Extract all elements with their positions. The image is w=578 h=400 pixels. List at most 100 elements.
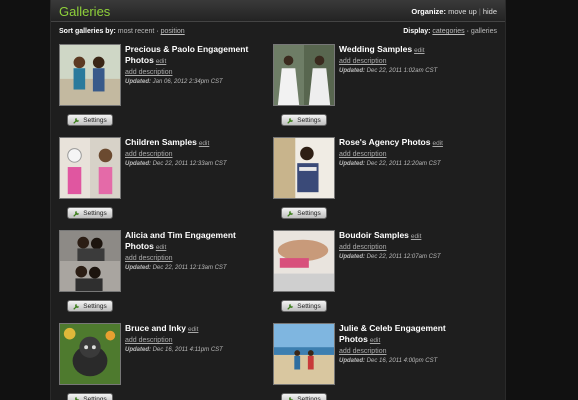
couple-photo-icon [60,231,120,261]
settings-label: Settings [297,116,321,124]
gallery-thumbnail[interactable] [273,137,335,199]
edit-link[interactable]: edit [188,326,198,333]
dog-photo-icon [60,324,120,384]
couple-photo-icon [60,45,120,105]
gallery-name[interactable]: Boudoir Samples [339,230,409,240]
gallery-thumbnail[interactable] [273,44,335,106]
gallery-thumbnail[interactable] [59,44,121,106]
gallery-card: Wedding Samples edit add description Upda… [273,44,483,134]
updated-date: Dec 16, 2011 4:11pm CST [152,347,223,353]
updated-label: Updated: [339,68,365,74]
updated-date: Dec 22, 2011 12:20am CST [366,161,441,167]
add-description-link[interactable]: add description [125,337,265,344]
add-description-link[interactable]: add description [339,244,479,251]
galleries-header: Galleries Organize: move up | hide [51,0,505,22]
updated-date: Dec 22, 2011 12:07am CST [366,254,441,260]
display-categories-link[interactable]: categories [432,28,464,35]
hide-link[interactable]: hide [483,7,497,16]
bride-photo-icon [304,45,334,105]
child-photo-icon [90,138,120,198]
edit-link[interactable]: edit [156,58,166,65]
gallery-thumbnail[interactable] [59,230,121,292]
settings-button[interactable]: Settings [67,300,113,312]
gallery-name[interactable]: Precious & Paolo Engagement Photos [125,44,248,65]
gallery-card: Alicia and Tim Engagement Photos edit add… [59,230,269,320]
gallery-thumbnail[interactable] [59,137,121,199]
add-description-link[interactable]: add description [125,255,265,262]
display-label: Display: [403,28,431,35]
edit-link[interactable]: edit [370,337,380,344]
updated-date: Dec 16, 2011 4:00pm CST [366,358,438,364]
settings-button[interactable]: Settings [67,114,113,126]
beach-photo-icon [274,324,334,384]
gallery-info: Precious & Paolo Engagement Photos edit a… [125,44,265,85]
gallery-card: Precious & Paolo Engagement Photos edit a… [59,44,269,134]
gallery-info: Wedding Samples edit add description Upda… [339,44,479,74]
sort-most-recent[interactable]: most recent [118,28,155,35]
add-description-link[interactable]: add description [125,69,265,76]
settings-button[interactable]: Settings [281,207,327,219]
edit-link[interactable]: edit [156,244,166,251]
gallery-name[interactable]: Wedding Samples [339,44,412,54]
gallery-name[interactable]: Children Samples [125,137,197,147]
wrench-icon [73,210,80,217]
updated-date: Jan 06, 2012 2:34pm CST [152,79,223,85]
gallery-info: Rose's Agency Photos edit add description… [339,137,479,167]
gallery-thumbnail[interactable] [273,323,335,385]
wrench-icon [74,396,80,400]
gallery-name[interactable]: Bruce and Inky [125,323,186,333]
gallery-info: Bruce and Inky edit add description Updat… [125,323,265,353]
couple-photo-icon [60,261,120,291]
settings-button[interactable]: Settings [67,207,113,219]
settings-label: Settings [297,395,321,400]
edit-link[interactable]: edit [199,140,209,147]
display-galleries[interactable]: galleries [471,28,497,35]
gallery-card: Rose's Agency Photos edit add description… [273,137,483,227]
edit-link[interactable]: edit [411,233,421,240]
organize-controls: Organize: move up | hide [411,7,497,16]
updated-label: Updated: [339,161,365,167]
settings-button[interactable]: Settings [281,114,327,126]
settings-label: Settings [83,395,107,400]
wrench-icon [73,117,80,124]
wrench-icon [288,396,294,400]
gallery-thumbnail[interactable] [273,230,335,292]
gallery-name[interactable]: Alicia and Tim Engagement Photos [125,230,236,251]
gallery-name[interactable]: Rose's Agency Photos [339,137,430,147]
sort-position-link[interactable]: position [161,28,185,35]
gallery-card: Julie & Celeb Engagement Photos edit add … [273,323,483,400]
add-description-link[interactable]: add description [339,348,479,355]
wrench-icon [73,303,80,310]
updated-date: Dec 22, 2011 1:02am CST [366,68,438,74]
edit-link[interactable]: edit [414,47,424,54]
gallery-thumbnail[interactable] [59,323,121,385]
updated-date: Dec 22, 2011 12:33am CST [152,161,227,167]
updated-label: Updated: [125,347,151,353]
options-bar: Sort galleries by: most recent · positio… [51,26,505,40]
updated-label: Updated: [339,254,365,260]
wrench-icon [287,210,294,217]
updated-label: Updated: [125,79,151,85]
gallery-info: Alicia and Tim Engagement Photos edit add… [125,230,265,271]
wrench-icon [287,117,294,124]
settings-button[interactable]: Settings [281,300,327,312]
add-description-link[interactable]: add description [339,58,479,65]
updated-label: Updated: [339,358,365,364]
gallery-name[interactable]: Julie & Celeb Engagement Photos [339,323,446,344]
move-up-link[interactable]: move up [448,7,477,16]
updated-date: Dec 22, 2011 12:13am CST [152,265,227,271]
settings-label: Settings [297,209,321,217]
edit-link[interactable]: edit [432,140,442,147]
gallery-card: Bruce and Inky edit add description Updat… [59,323,269,400]
add-description-link[interactable]: add description [125,151,265,158]
settings-label: Settings [83,116,107,124]
organize-label: Organize: [411,7,446,16]
settings-button[interactable]: Settings [67,393,113,400]
child-photo-icon [60,138,90,198]
settings-button[interactable]: Settings [281,393,327,400]
settings-label: Settings [83,209,107,217]
galleries-panel: Galleries Organize: move up | hide Sort ga… [50,0,506,400]
add-description-link[interactable]: add description [339,151,479,158]
gallery-info: Children Samples edit add description Upd… [125,137,265,167]
bride-photo-icon [274,45,304,105]
